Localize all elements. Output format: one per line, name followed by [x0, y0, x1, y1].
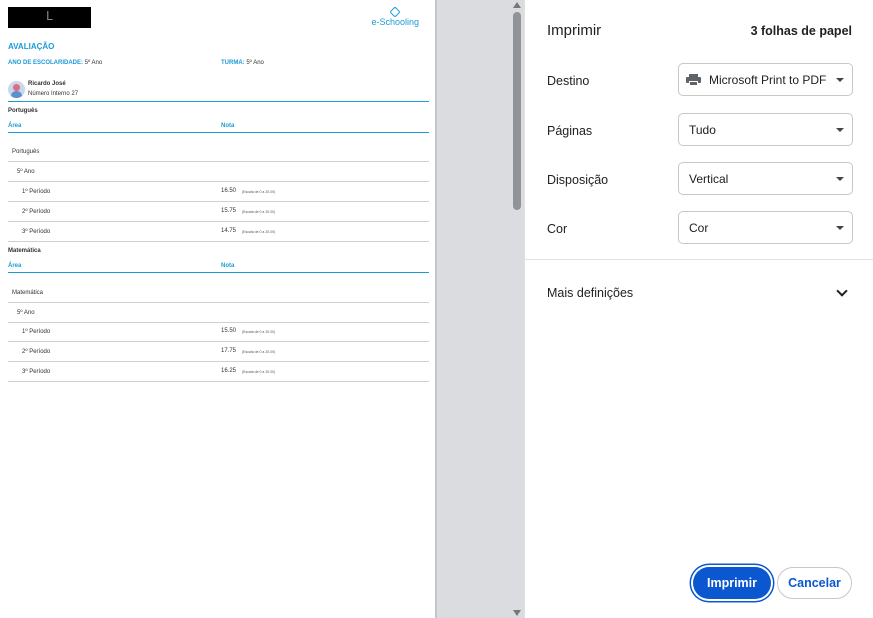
table-row: 2º Período 17.75 (Escala de 0 a 20.00)	[8, 342, 429, 362]
color-label: Cor	[547, 222, 568, 236]
table-row: 1º Período 15.50 (Escala de 0 a 20.00)	[8, 322, 429, 342]
student-number: Número Interno 27	[28, 91, 79, 97]
cancel-button[interactable]: Cancelar	[777, 567, 852, 599]
subject-title: Matemática	[8, 248, 41, 254]
scroll-up-arrow-icon[interactable]	[513, 2, 521, 8]
preview-scrollbar[interactable]	[511, 0, 524, 618]
panel-title: Imprimir	[547, 22, 602, 39]
column-header: Área Nota	[8, 123, 429, 133]
school-year: ANO DE ESCOLARIDADE: 5º Ano	[8, 60, 103, 66]
eschooling-logo-icon	[389, 6, 401, 18]
pages-select[interactable]: Tudo	[678, 113, 853, 146]
student-header: Ricardo José Número Interno 27	[8, 80, 429, 102]
table-row: Matemática	[8, 283, 429, 303]
avatar	[8, 81, 25, 98]
table-row: 3º Período 14.75 (Escala de 0 a 20.00)	[8, 222, 429, 242]
chevron-down-icon[interactable]	[836, 285, 848, 297]
print-preview: L e-Schooling AVALIAÇÃO ANO DE ESCOLARID…	[0, 0, 511, 618]
column-header: Área Nota	[8, 263, 429, 273]
dropdown-caret-icon	[836, 226, 844, 230]
dropdown-caret-icon	[836, 177, 844, 181]
scrollbar-thumb[interactable]	[513, 12, 521, 210]
scroll-down-arrow-icon[interactable]	[513, 610, 521, 616]
preview-page: L e-Schooling AVALIAÇÃO ANO DE ESCOLARID…	[0, 0, 437, 618]
color-select[interactable]: Cor	[678, 211, 853, 244]
subject-title: Português	[8, 108, 38, 114]
table-row: 2º Período 15.75 (Escala de 0 a 20.00)	[8, 202, 429, 222]
layout-select[interactable]: Vertical	[678, 162, 853, 195]
sheet-count: 3 folhas de papel	[750, 24, 852, 38]
print-settings-panel: Imprimir 3 folhas de papel Destino Micro…	[524, 0, 873, 618]
more-settings-toggle[interactable]: Mais definições	[547, 286, 633, 300]
table-row: 5º Ano	[8, 303, 429, 323]
eschooling-logo: e-Schooling	[371, 6, 419, 27]
table-row: 1º Período 16.50 (Escala de 0 a 20.00)	[8, 182, 429, 202]
student-name: Ricardo José	[28, 81, 66, 87]
destination-label: Destino	[547, 74, 590, 88]
layout-label: Disposição	[547, 173, 609, 187]
pages-label: Páginas	[547, 124, 593, 138]
destination-select[interactable]: Microsoft Print to PDF	[678, 63, 853, 96]
dropdown-caret-icon	[836, 128, 844, 132]
table-row: 5º Ano	[8, 162, 429, 182]
print-dialog: L e-Schooling AVALIAÇÃO ANO DE ESCOLARID…	[0, 0, 873, 618]
print-button[interactable]: Imprimir	[693, 567, 771, 599]
class-info: TURMA: 5º Ano	[221, 60, 264, 66]
dropdown-caret-icon	[836, 78, 844, 82]
printer-icon	[686, 74, 701, 86]
redacted-school-logo: L	[8, 7, 91, 28]
section-title: AVALIAÇÃO	[8, 42, 55, 51]
table-row: Português	[8, 142, 429, 162]
table-row: 3º Período 16.25 (Escala de 0 a 20.00)	[8, 362, 429, 382]
divider	[525, 259, 873, 260]
